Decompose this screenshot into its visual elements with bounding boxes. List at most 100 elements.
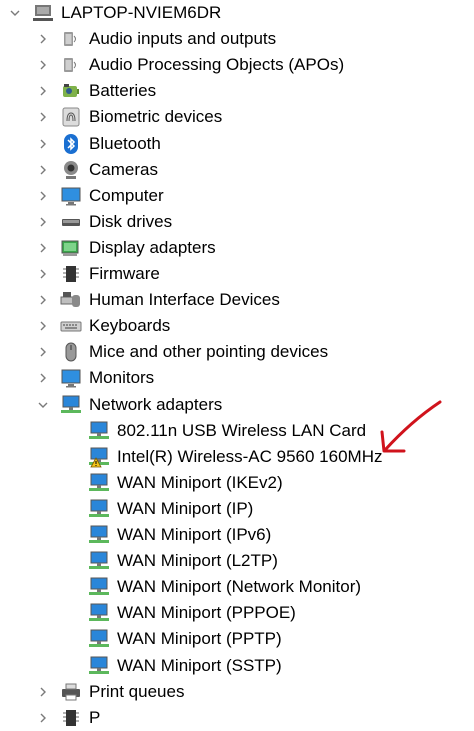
- fingerprint-icon: [60, 106, 82, 128]
- chevron-right-icon[interactable]: [36, 319, 50, 333]
- tree-item-p[interactable]: P: [40, 705, 101, 731]
- monitor-icon: [60, 367, 82, 389]
- tree-item-audio-inputs-and-outputs[interactable]: Audio inputs and outputs: [40, 26, 277, 52]
- tree-item-label: Batteries: [89, 81, 157, 101]
- network-icon: [88, 420, 110, 442]
- keyboard-icon: [60, 315, 82, 337]
- chevron-right-icon[interactable]: [36, 84, 50, 98]
- speaker-icon: [60, 54, 82, 76]
- network-icon: [88, 628, 110, 650]
- tree-item-label: WAN Miniport (PPTP): [117, 629, 282, 649]
- network-icon: [88, 498, 110, 520]
- network-icon: [88, 472, 110, 494]
- tree-item-network-child[interactable]: WAN Miniport (IKEv2): [88, 470, 283, 496]
- tree-item-human-interface-devices[interactable]: Human Interface Devices: [40, 287, 280, 313]
- tree-item-label: Intel(R) Wireless-AC 9560 160MHz: [117, 446, 383, 466]
- chevron-right-icon[interactable]: [36, 711, 50, 725]
- tree-item-disk-drives[interactable]: Disk drives: [40, 209, 173, 235]
- chevron-right-icon[interactable]: [36, 163, 50, 177]
- speaker-icon: [60, 28, 82, 50]
- chevron-right-icon[interactable]: [36, 267, 50, 281]
- bluetooth-icon: [60, 133, 82, 155]
- tree-item-network-child[interactable]: 802.11n USB Wireless LAN Card: [88, 418, 366, 444]
- chevron-right-icon[interactable]: [36, 241, 50, 255]
- tree-item-bluetooth[interactable]: Bluetooth: [40, 131, 161, 157]
- computer-root-icon: [32, 2, 54, 24]
- tree-item-batteries[interactable]: Batteries: [40, 78, 157, 104]
- tree-item-network-adapters[interactable]: Network adapters: [38, 392, 222, 418]
- tree-item-label: P: [89, 707, 101, 727]
- tree-item-network-child[interactable]: WAN Miniport (SSTP): [88, 653, 282, 679]
- chevron-right-icon[interactable]: [36, 58, 50, 72]
- tree-item-label: Print queues: [89, 681, 185, 701]
- tree-item-keyboards[interactable]: Keyboards: [40, 313, 171, 339]
- tree-item-label: Computer: [89, 185, 164, 205]
- tree-item-label: Mice and other pointing devices: [89, 342, 329, 362]
- tree-item-audio-processing-objects-apos-[interactable]: Audio Processing Objects (APOs): [40, 52, 345, 78]
- tree-item-mice-and-other-pointing-devices[interactable]: Mice and other pointing devices: [40, 339, 329, 365]
- network-icon: [88, 524, 110, 546]
- tree-item-label: LAPTOP-NVIEM6DR: [61, 3, 222, 22]
- tree-item-network-child[interactable]: WAN Miniport (Network Monitor): [88, 574, 361, 600]
- hid-icon: [60, 289, 82, 311]
- tree-item-label: WAN Miniport (SSTP): [117, 655, 282, 675]
- network-icon: [88, 576, 110, 598]
- chevron-right-icon[interactable]: [36, 215, 50, 229]
- network-icon: [88, 602, 110, 624]
- tree-item-label: WAN Miniport (IKEv2): [117, 472, 283, 492]
- tree-item-cameras[interactable]: Cameras: [40, 157, 158, 183]
- chip-icon: [60, 707, 82, 729]
- network-icon: [88, 550, 110, 572]
- tree-item-biometric-devices[interactable]: Biometric devices: [40, 104, 223, 130]
- tree-item-label: Disk drives: [89, 211, 173, 231]
- chevron-right-icon[interactable]: [36, 110, 50, 124]
- battery-icon: [60, 80, 82, 102]
- chevron-right-icon[interactable]: [36, 189, 50, 203]
- tree-item-network-child[interactable]: Intel(R) Wireless-AC 9560 160MHz: [88, 444, 382, 470]
- chevron-right-icon[interactable]: [36, 345, 50, 359]
- chevron-right-icon[interactable]: [36, 137, 50, 151]
- camera-icon: [60, 159, 82, 181]
- tree-item-label: Monitors: [89, 368, 155, 388]
- tree-item-label: Biometric devices: [89, 107, 223, 127]
- chevron-right-icon[interactable]: [36, 371, 50, 385]
- tree-item-display-adapters[interactable]: Display adapters: [40, 235, 216, 261]
- chevron-right-icon[interactable]: [36, 685, 50, 699]
- tree-item-label: Display adapters: [89, 237, 216, 257]
- tree-item-computer[interactable]: Computer: [40, 183, 164, 209]
- tree-item-label: Cameras: [89, 159, 158, 179]
- tree-item-monitors[interactable]: Monitors: [40, 365, 155, 391]
- network-icon: [88, 446, 110, 468]
- tree-item-network-child[interactable]: WAN Miniport (IP): [88, 496, 253, 522]
- chevron-down-icon[interactable]: [36, 398, 50, 412]
- tree-root[interactable]: LAPTOP-NVIEM6DR: [10, 0, 222, 26]
- mouse-icon: [60, 341, 82, 363]
- chevron-right-icon[interactable]: [36, 293, 50, 307]
- tree-item-label: Keyboards: [89, 316, 171, 336]
- tree-item-label: WAN Miniport (IP): [117, 498, 254, 518]
- tree-item-network-child[interactable]: WAN Miniport (L2TP): [88, 548, 278, 574]
- printer-icon: [60, 681, 82, 703]
- tree-item-label: WAN Miniport (L2TP): [117, 551, 278, 571]
- tree-item-network-child[interactable]: WAN Miniport (PPTP): [88, 626, 282, 652]
- disk-icon: [60, 211, 82, 233]
- tree-item-label: Audio inputs and outputs: [89, 29, 277, 49]
- tree-item-firmware[interactable]: Firmware: [40, 261, 160, 287]
- tree-item-label: Bluetooth: [89, 133, 161, 153]
- chevron-down-icon[interactable]: [8, 6, 22, 20]
- chip-icon: [60, 263, 82, 285]
- tree-item-label: WAN Miniport (Network Monitor): [117, 577, 362, 597]
- display-adapter-icon: [60, 237, 82, 259]
- tree-item-print-queues[interactable]: Print queues: [40, 679, 185, 705]
- tree-item-label: Audio Processing Objects (APOs): [89, 55, 345, 75]
- tree-item-label: WAN Miniport (IPv6): [117, 525, 272, 544]
- tree-item-network-child[interactable]: WAN Miniport (PPPOE): [88, 600, 296, 626]
- network-icon: [60, 394, 82, 416]
- tree-item-network-child[interactable]: WAN Miniport (IPv6): [88, 522, 271, 548]
- chevron-right-icon[interactable]: [36, 32, 50, 46]
- monitor-icon: [60, 185, 82, 207]
- tree-item-label: 802.11n USB Wireless LAN Card: [117, 420, 367, 440]
- tree-item-label: Human Interface Devices: [89, 290, 280, 310]
- network-icon: [88, 655, 110, 677]
- tree-item-label: WAN Miniport (PPPOE): [117, 603, 296, 623]
